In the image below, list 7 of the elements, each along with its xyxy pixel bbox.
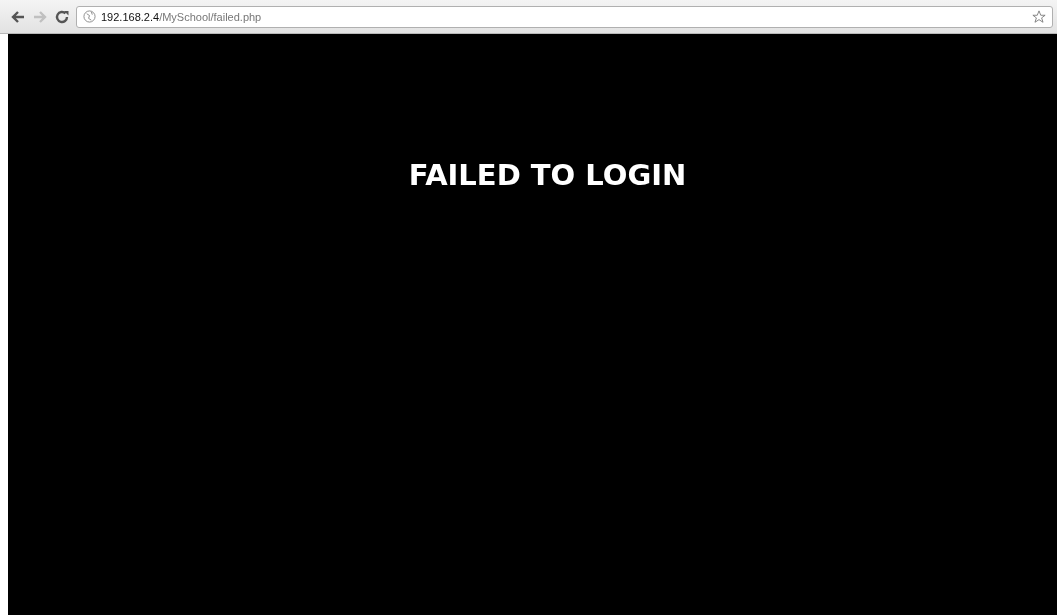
error-heading: FAILED TO LOGIN [408,158,687,192]
address-bar[interactable]: 192.168.2.4/MySchool/failed.php [76,5,1053,28]
globe-icon [83,10,96,23]
star-icon[interactable] [1032,9,1046,24]
back-icon[interactable] [10,8,26,25]
url-text: 192.168.2.4/MySchool/failed.php [101,10,262,23]
reload-icon[interactable] [54,8,70,25]
